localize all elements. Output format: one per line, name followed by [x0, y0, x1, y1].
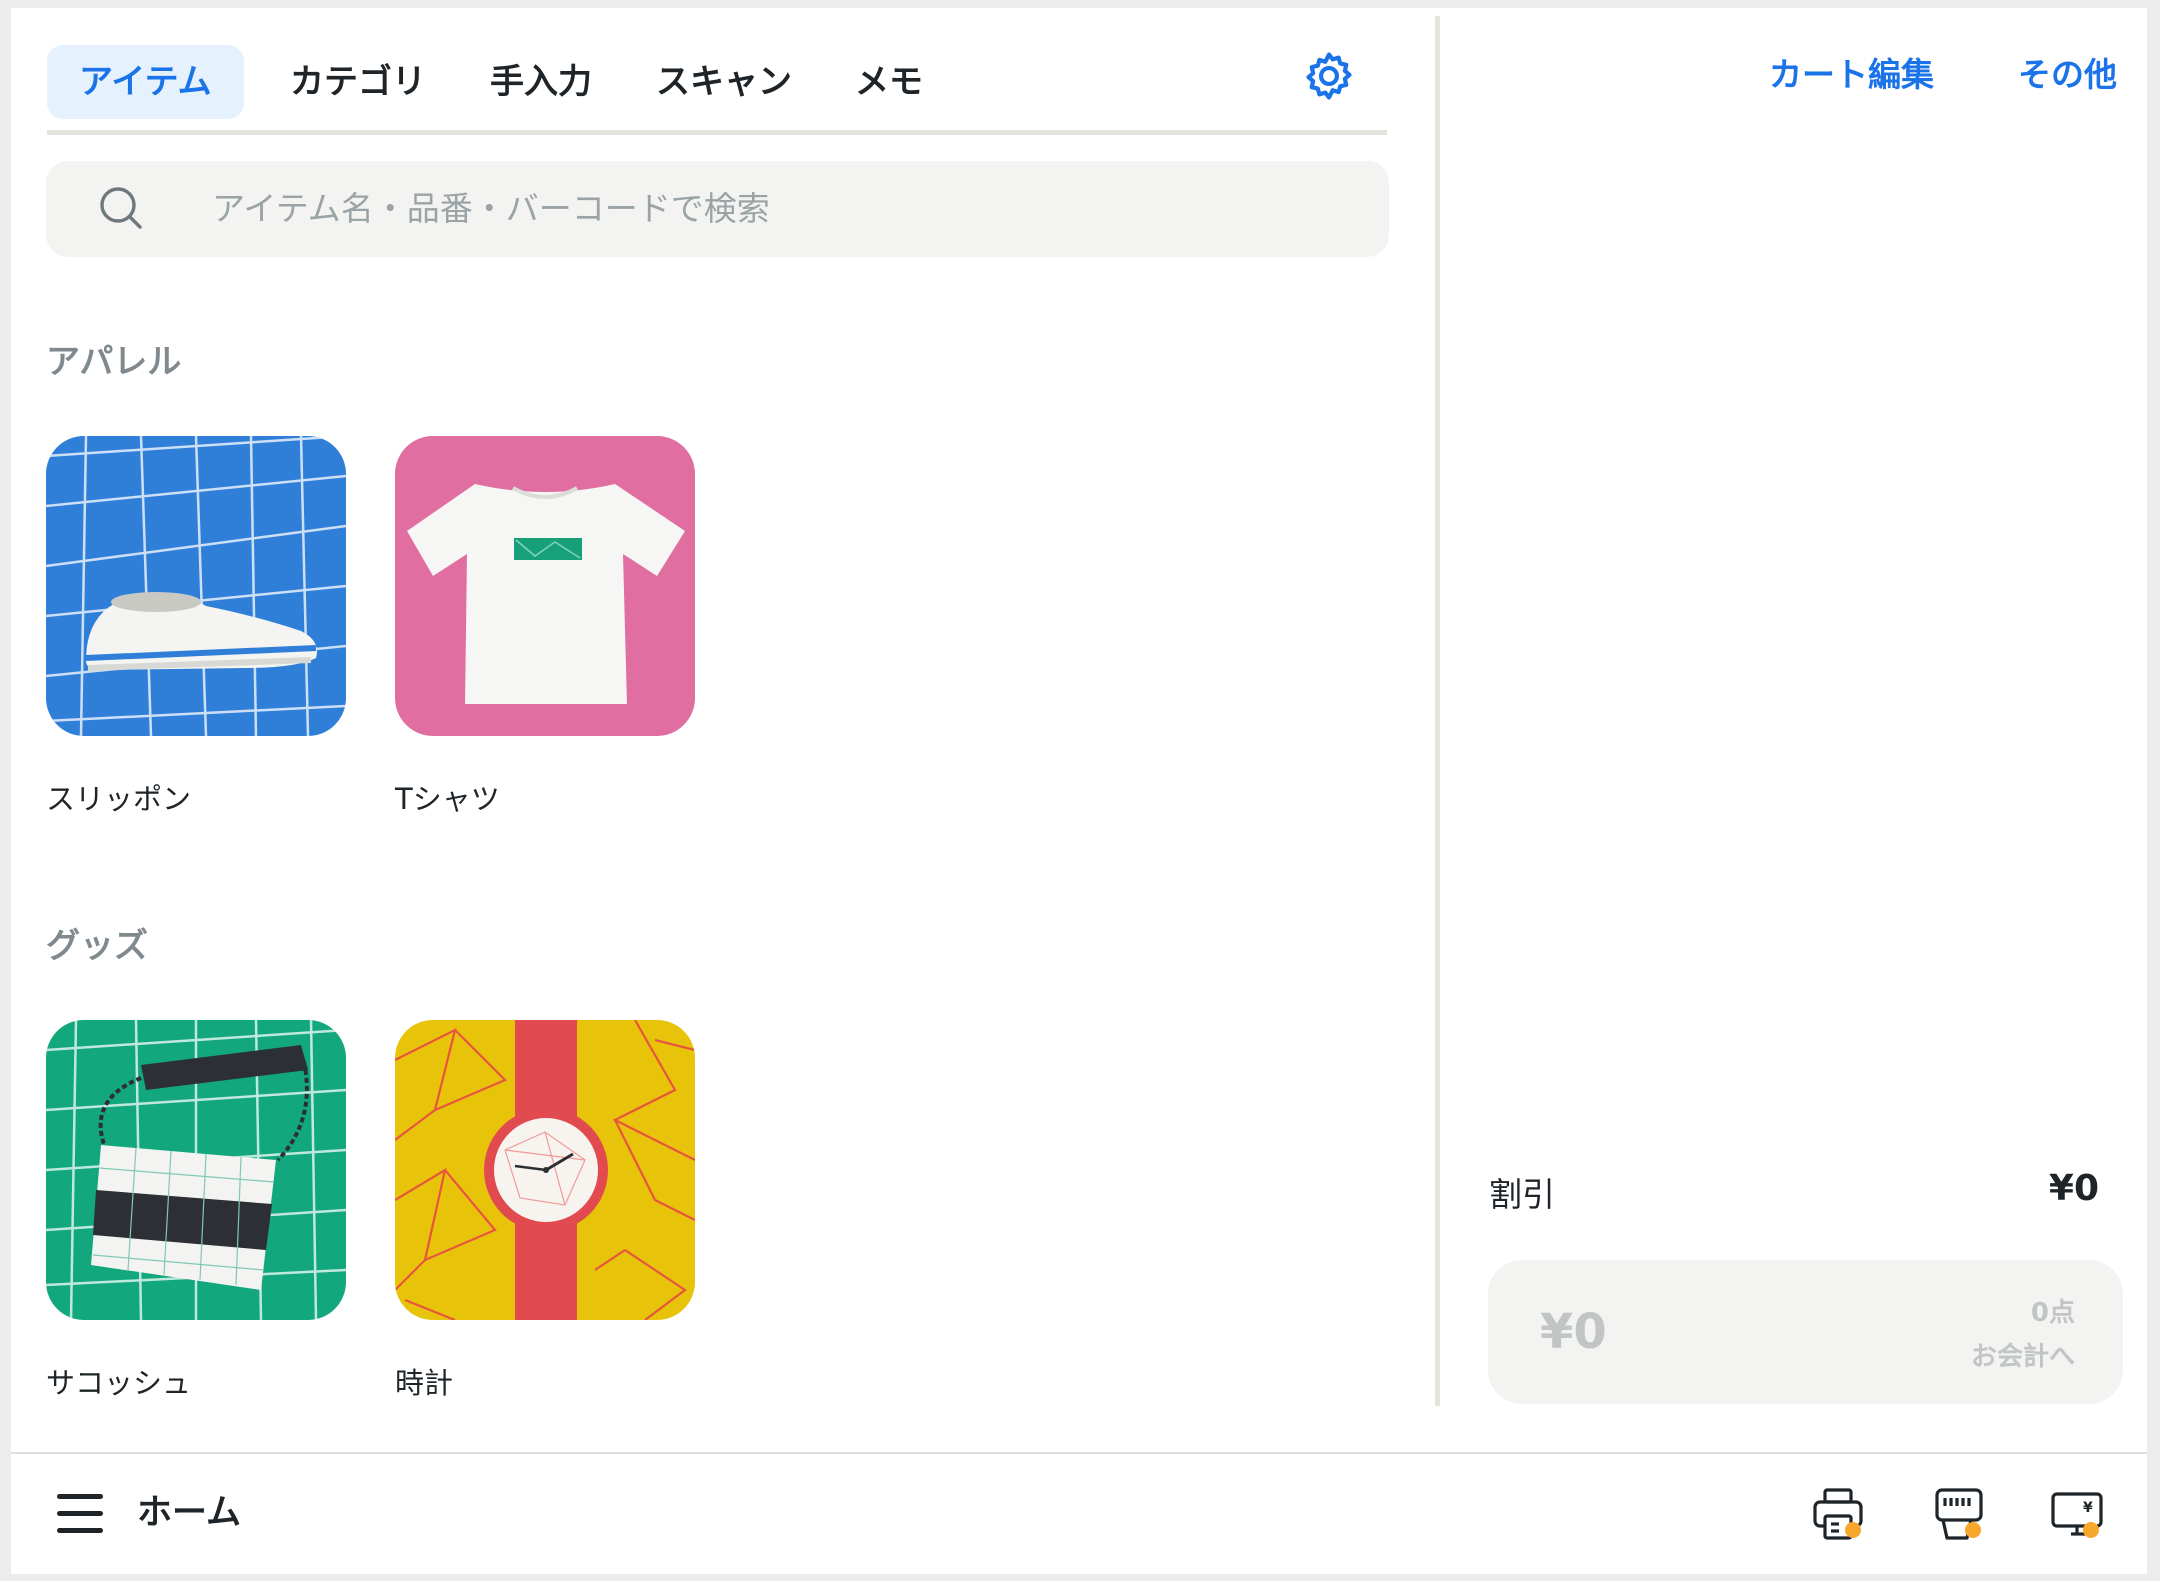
bag-image	[46, 1020, 346, 1320]
item-tile-slip-on[interactable]: スリッポン	[46, 436, 346, 816]
item-name: 時計	[395, 1366, 454, 1400]
tab-bar: アイテム カテゴリ 手入力 スキャン メモ	[47, 36, 1387, 120]
cart-item-count: 0点	[2030, 1298, 2075, 1328]
hamburger-menu-icon[interactable]	[57, 1492, 105, 1536]
discount-label: 割引	[1489, 1175, 1555, 1214]
tab-underline	[47, 130, 1387, 135]
tab-scan[interactable]: スキャン	[656, 45, 792, 119]
more-button[interactable]: その他	[2018, 48, 2117, 96]
item-tile-sacoche[interactable]: サコッシュ	[46, 1020, 346, 1400]
tab-memo[interactable]: メモ	[855, 45, 923, 119]
watch-image	[395, 1020, 695, 1320]
item-name: スリッポン	[46, 782, 192, 816]
home-label: ホーム	[137, 1493, 241, 1533]
section-title-goods: グッズ	[46, 926, 148, 966]
search-icon	[100, 187, 142, 229]
svg-text:¥: ¥	[2083, 1500, 2093, 1516]
bottom-bar: ホーム ¥	[11, 1452, 2147, 1574]
tab-items[interactable]: アイテム	[47, 45, 244, 119]
search-placeholder: アイテム名・品番・バーコードで検索	[212, 189, 770, 228]
tab-manual-entry[interactable]: 手入力	[490, 45, 592, 119]
checkout-label: お会計へ	[1970, 1342, 2075, 1372]
gear-icon[interactable]	[1301, 48, 1357, 104]
item-name: Tシャツ	[395, 782, 500, 816]
search-input[interactable]: アイテム名・品番・バーコードで検索	[46, 161, 1389, 257]
sneaker-image	[46, 436, 346, 736]
tshirt-image	[395, 436, 695, 736]
printer-icon[interactable]	[1807, 1482, 1871, 1546]
checkout-button[interactable]: ¥0 0点 お会計へ	[1488, 1260, 2123, 1404]
tab-categories[interactable]: カテゴリ	[290, 45, 426, 119]
item-name: サコッシュ	[46, 1366, 192, 1400]
app-window: アイテム カテゴリ 手入力 スキャン メモ アイテム名・品番・バーコードで検索 …	[11, 8, 2147, 1574]
cart-total: ¥0	[1540, 1304, 1607, 1360]
discount-value: ¥0	[2048, 1168, 2099, 1209]
item-tile-watch[interactable]: 時計	[395, 1020, 695, 1400]
pane-divider	[1435, 16, 1440, 1406]
card-reader-icon[interactable]	[1927, 1482, 1991, 1546]
item-tile-tshirt[interactable]: Tシャツ	[395, 436, 695, 816]
customer-display-icon[interactable]: ¥	[2045, 1482, 2109, 1546]
section-title-apparel: アパレル	[46, 342, 182, 382]
edit-cart-button[interactable]: カート編集	[1769, 48, 1934, 96]
